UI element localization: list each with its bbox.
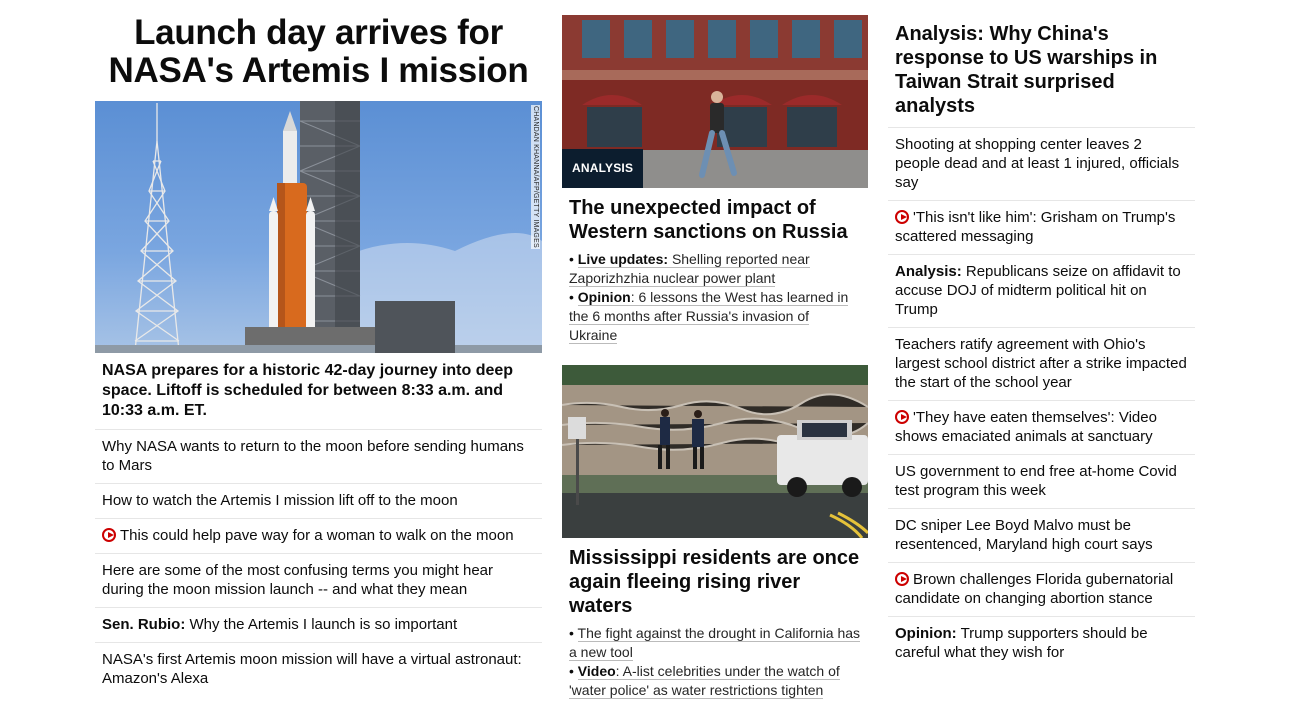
headlines-list: Shooting at shopping center leaves 2 peo… (888, 128, 1195, 670)
sanctions-headline[interactable]: The unexpected impact of Western sanctio… (562, 188, 868, 250)
mississippi-related-links: • The fight against the drought in Calif… (562, 624, 868, 700)
play-video-icon (895, 410, 909, 424)
list-item[interactable]: US government to end free at-home Covid … (888, 455, 1195, 509)
list-item[interactable]: Opinion: Trump supporters should be care… (888, 617, 1195, 670)
list-item[interactable]: Brown challenges Florida gubernatorial c… (888, 563, 1195, 617)
middle-stories-column: ANALYSIS The unexpected impact of Wester… (562, 15, 868, 700)
item-lead: Opinion: (895, 625, 957, 642)
mississippi-headline[interactable]: Mississippi residents are once again fle… (562, 538, 868, 624)
list-item[interactable]: Teachers ratify agreement with Ohio's la… (888, 328, 1195, 401)
list-item[interactable]: How to watch the Artemis I mission lift … (95, 484, 542, 519)
sub-link-live-updates[interactable]: • Live updates: Shelling reported near Z… (569, 250, 861, 288)
artemis-hero-image[interactable]: CHANDAN KHANNA/AFP/GETTY IMAGES (95, 101, 542, 353)
sub-link-drought[interactable]: • The fight against the drought in Calif… (569, 624, 861, 662)
list-item[interactable]: Shooting at shopping center leaves 2 peo… (888, 128, 1195, 201)
main-headline[interactable]: Launch day arrives for NASA's Artemis I … (95, 14, 542, 90)
sub-link-opinion[interactable]: • Opinion: 6 lessons the West has learne… (569, 288, 861, 345)
list-item[interactable]: Sen. Rubio: Why the Artemis I launch is … (95, 608, 542, 643)
list-item[interactable]: This could help pave way for a woman to … (95, 519, 542, 554)
sub-link-video[interactable]: • Video: A-list celebrities under the wa… (569, 662, 861, 700)
list-item[interactable]: NASA's first Artemis moon mission will h… (95, 643, 542, 696)
list-item[interactable]: 'This isn't like him': Grisham on Trump'… (888, 201, 1195, 255)
analysis-badge: ANALYSIS (562, 149, 644, 188)
russia-sanctions-image[interactable]: ANALYSIS (562, 15, 868, 188)
sanctions-related-links: • Live updates: Shelling reported near Z… (562, 250, 868, 345)
item-lead: Analysis: (895, 263, 962, 280)
headlines-column: Analysis: Why China's response to US war… (888, 22, 1195, 670)
list-item[interactable]: Analysis: Republicans seize on affidavit… (888, 255, 1195, 328)
list-item[interactable]: Why NASA wants to return to the moon bef… (95, 430, 542, 484)
artemis-story-column: Launch day arrives for NASA's Artemis I … (95, 14, 542, 696)
photo-credit: CHANDAN KHANNA/AFP/GETTY IMAGES (531, 105, 540, 249)
play-video-icon (895, 210, 909, 224)
mississippi-flood-image[interactable] (562, 365, 868, 538)
artemis-related-list: Why NASA wants to return to the moon bef… (95, 430, 542, 696)
china-analysis-headline[interactable]: Analysis: Why China's response to US war… (888, 22, 1195, 128)
list-item[interactable]: 'They have eaten themselves': Video show… (888, 401, 1195, 455)
list-item[interactable]: DC sniper Lee Boyd Malvo must be resente… (888, 509, 1195, 563)
item-lead: Sen. Rubio: (102, 616, 186, 633)
list-item[interactable]: Here are some of the most confusing term… (95, 554, 542, 608)
play-video-icon (102, 528, 116, 542)
play-video-icon (895, 572, 909, 586)
hero-caption-link[interactable]: NASA prepares for a historic 42-day jour… (95, 353, 542, 430)
